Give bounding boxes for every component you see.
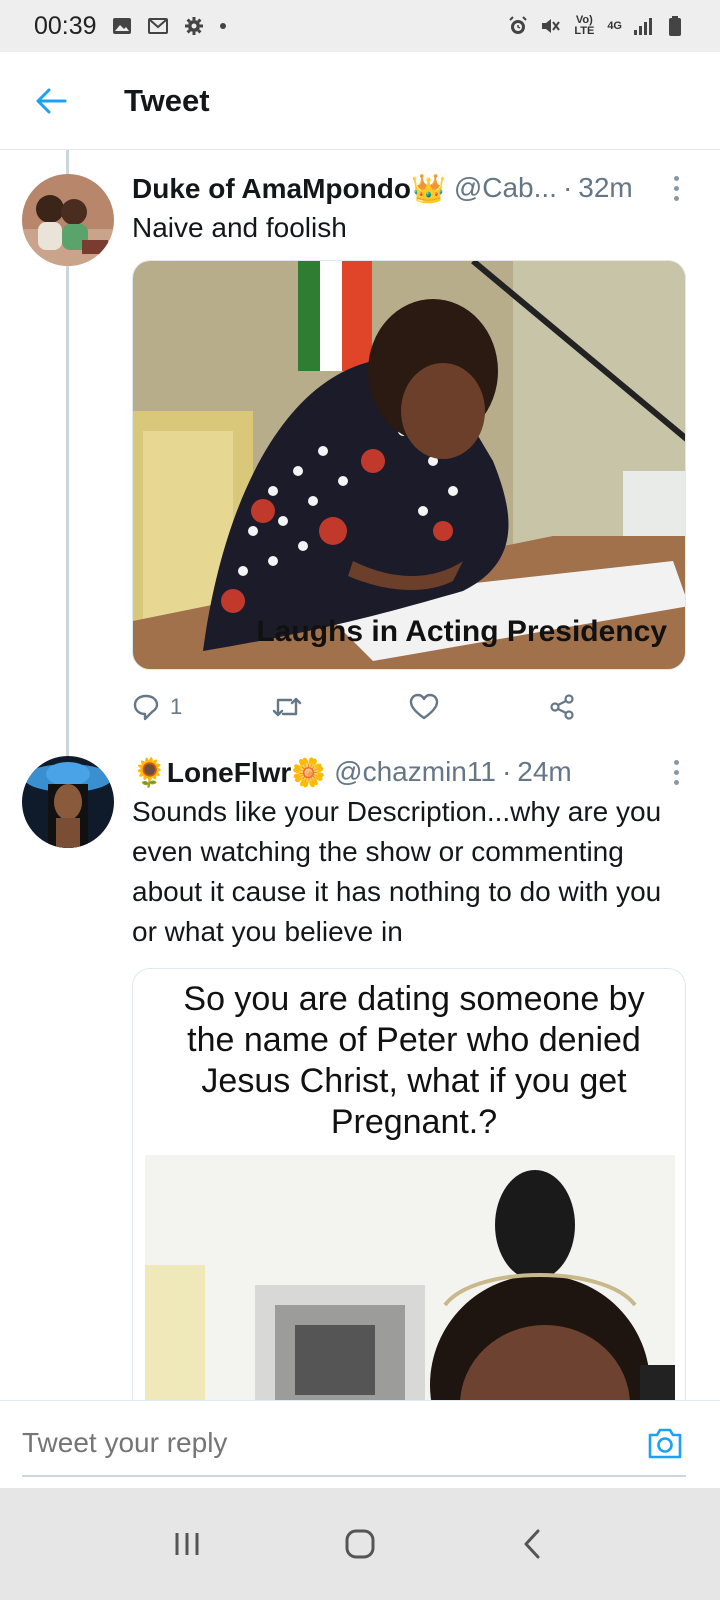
back-arrow-icon <box>36 88 67 113</box>
separator-dot: · <box>562 172 573 203</box>
retweet-button[interactable] <box>271 693 410 721</box>
photo-caption: Laughs in Acting Presidency <box>256 615 667 648</box>
image-icon <box>112 18 131 34</box>
gmail-icon <box>147 18 168 34</box>
volte-icon: Vo) LTE <box>574 14 595 37</box>
heart-icon <box>409 693 439 720</box>
tweet-photo[interactable]: So you are dating someone by the name of… <box>132 968 686 1448</box>
avatar-image <box>22 174 114 266</box>
back-button[interactable] <box>24 74 78 128</box>
reply-composer <box>0 1400 720 1488</box>
alarm-icon <box>509 16 528 34</box>
home-icon <box>345 1529 375 1559</box>
meme-text: So you are dating someone by the name of… <box>183 980 645 1141</box>
system-nav-bar <box>0 1488 720 1600</box>
share-button[interactable] <box>548 693 687 721</box>
tweet-text: Sounds like your Description...why are y… <box>132 796 662 947</box>
status-bar: 00:39 Vo) LTE 4G <box>0 0 720 52</box>
retweet-icon <box>272 697 301 717</box>
tweet-text: Naive and foolish <box>132 212 347 243</box>
avatar[interactable] <box>22 174 114 266</box>
home-button[interactable] <box>330 1514 390 1574</box>
tweet-time[interactable]: 32m <box>578 172 632 204</box>
reply-input[interactable] <box>22 1423 582 1463</box>
author-name[interactable]: 🌻LoneFlwr🌼 <box>132 756 326 789</box>
settings-icon <box>184 17 203 35</box>
avatar[interactable] <box>22 756 114 848</box>
back-nav-button[interactable] <box>503 1514 563 1574</box>
tweet-time[interactable]: 24m <box>517 756 571 788</box>
mute-icon <box>542 19 561 33</box>
chevron-left-icon <box>524 1529 540 1559</box>
page-title: Tweet <box>124 82 210 118</box>
camera-icon[interactable] <box>646 1425 684 1461</box>
avatar-image <box>22 756 114 848</box>
more-options-icon[interactable] <box>666 757 686 787</box>
recents-button[interactable] <box>157 1514 217 1574</box>
reply-underline <box>22 1475 686 1477</box>
signal-icon <box>634 18 652 35</box>
more-options-icon[interactable] <box>666 173 686 203</box>
like-button[interactable] <box>409 693 548 721</box>
recents-icon <box>175 1533 199 1555</box>
author-handle[interactable]: @Cab... <box>454 172 557 204</box>
reply-count: 1 <box>170 694 183 719</box>
header: Tweet <box>0 52 720 150</box>
status-time: 00:39 <box>34 11 97 40</box>
author-handle[interactable]: @chazmin11 <box>334 756 496 788</box>
notification-dot <box>219 23 226 29</box>
4g-icon: 4G <box>607 19 622 32</box>
separator-dot: · <box>501 756 512 787</box>
reply-icon <box>133 694 159 721</box>
battery-icon <box>669 16 681 36</box>
tweet-actions: 1 <box>132 672 686 742</box>
meme-image <box>145 1155 675 1435</box>
tweet-photo[interactable]: Laughs in Acting Presidency <box>132 260 686 670</box>
author-name[interactable]: Duke of AmaMpondo👑 <box>132 172 446 205</box>
photo-image <box>133 261 685 669</box>
share-icon <box>549 694 574 720</box>
reply-button[interactable]: 1 <box>132 693 271 721</box>
